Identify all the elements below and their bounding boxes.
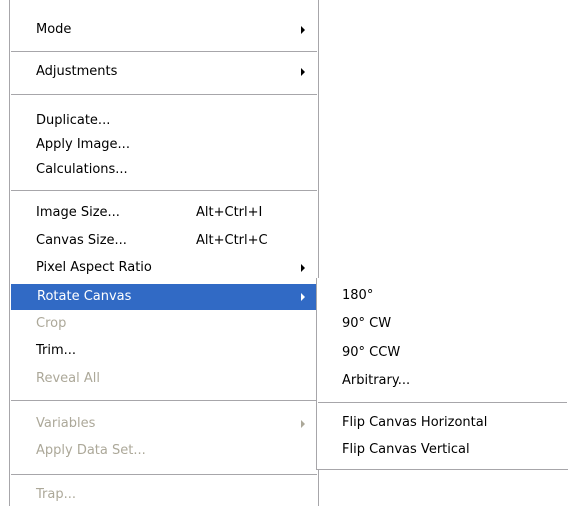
- menu-item-label: Mode: [36, 22, 72, 37]
- submenu-arrow-icon: [301, 26, 305, 34]
- menu-item-label: Flip Canvas Vertical: [342, 442, 470, 457]
- menu-item-label: Variables: [36, 416, 96, 431]
- submenu-item-90-cw[interactable]: 90° CW: [317, 311, 568, 337]
- submenu-item-flip-vertical[interactable]: Flip Canvas Vertical: [317, 437, 568, 463]
- menu-item-label: Apply Image...: [36, 137, 130, 152]
- menu-item-label: Trap...: [36, 487, 76, 502]
- menu-item-shortcut: Alt+Ctrl+I: [196, 205, 263, 220]
- menu-item-rotate-canvas[interactable]: Rotate Canvas: [11, 284, 317, 310]
- menu-item-trim[interactable]: Trim...: [10, 338, 318, 364]
- submenu-arrow-icon: [301, 420, 305, 428]
- menu-item-trap[interactable]: Trap...: [10, 482, 318, 506]
- menu-item-apply-data-set[interactable]: Apply Data Set...: [10, 438, 318, 464]
- menu-item-duplicate[interactable]: Duplicate...: [10, 108, 318, 134]
- menu-item-variables[interactable]: Variables: [10, 411, 318, 437]
- menu-separator: [11, 400, 317, 401]
- submenu-item-flip-horizontal[interactable]: Flip Canvas Horizontal: [317, 410, 568, 436]
- menu-item-label: Canvas Size...: [36, 233, 127, 248]
- menu-item-label: 90° CCW: [342, 345, 401, 360]
- menu-item-label: Reveal All: [36, 371, 100, 386]
- menu-item-label: Pixel Aspect Ratio: [36, 260, 152, 275]
- submenu-arrow-icon: [301, 293, 305, 301]
- menu-item-label: Apply Data Set...: [36, 443, 146, 458]
- menu-item-pixel-aspect-ratio[interactable]: Pixel Aspect Ratio: [10, 255, 318, 281]
- submenu-item-arbitrary[interactable]: Arbitrary...: [317, 368, 568, 394]
- menu-item-label: Rotate Canvas: [37, 289, 132, 304]
- menu-item-label: Duplicate...: [36, 113, 111, 128]
- menu-item-label: Crop: [36, 316, 67, 331]
- menu-item-label: Flip Canvas Horizontal: [342, 415, 488, 430]
- menu-item-mode[interactable]: Mode: [10, 17, 318, 43]
- menu-item-crop[interactable]: Crop: [10, 311, 318, 337]
- menu-item-label: Calculations...: [36, 162, 128, 177]
- submenu-item-180[interactable]: 180°: [317, 283, 568, 309]
- menu-separator: [11, 51, 317, 52]
- submenu-item-90-ccw[interactable]: 90° CCW: [317, 340, 568, 366]
- menu-item-reveal-all[interactable]: Reveal All: [10, 366, 318, 392]
- menu-item-apply-image[interactable]: Apply Image...: [10, 132, 318, 158]
- menu-item-image-size[interactable]: Image Size... Alt+Ctrl+I: [10, 200, 318, 226]
- menu-item-label: 180°: [342, 288, 374, 303]
- menu-separator: [11, 190, 317, 191]
- menu-item-label: Adjustments: [36, 64, 118, 79]
- menu-item-label: Trim...: [36, 343, 77, 358]
- menu-separator: [11, 94, 317, 95]
- menu-item-canvas-size[interactable]: Canvas Size... Alt+Ctrl+C: [10, 228, 318, 254]
- menu-item-calculations[interactable]: Calculations...: [10, 157, 318, 183]
- menu-item-label: Image Size...: [36, 205, 120, 220]
- menu-item-label: 90° CW: [342, 316, 392, 331]
- menu-item-label: Arbitrary...: [342, 373, 411, 388]
- menu-item-adjustments[interactable]: Adjustments: [10, 59, 318, 85]
- menu-separator: [318, 402, 567, 403]
- submenu-arrow-icon: [301, 68, 305, 76]
- menu-separator: [11, 474, 317, 475]
- submenu-arrow-icon: [301, 264, 305, 272]
- rotate-canvas-submenu: 180° 90° CW 90° CCW Arbitrary... Flip Ca…: [316, 278, 568, 470]
- menu-item-shortcut: Alt+Ctrl+C: [196, 233, 268, 248]
- image-menu: Mode Adjustments Duplicate... Apply Imag…: [9, 0, 319, 506]
